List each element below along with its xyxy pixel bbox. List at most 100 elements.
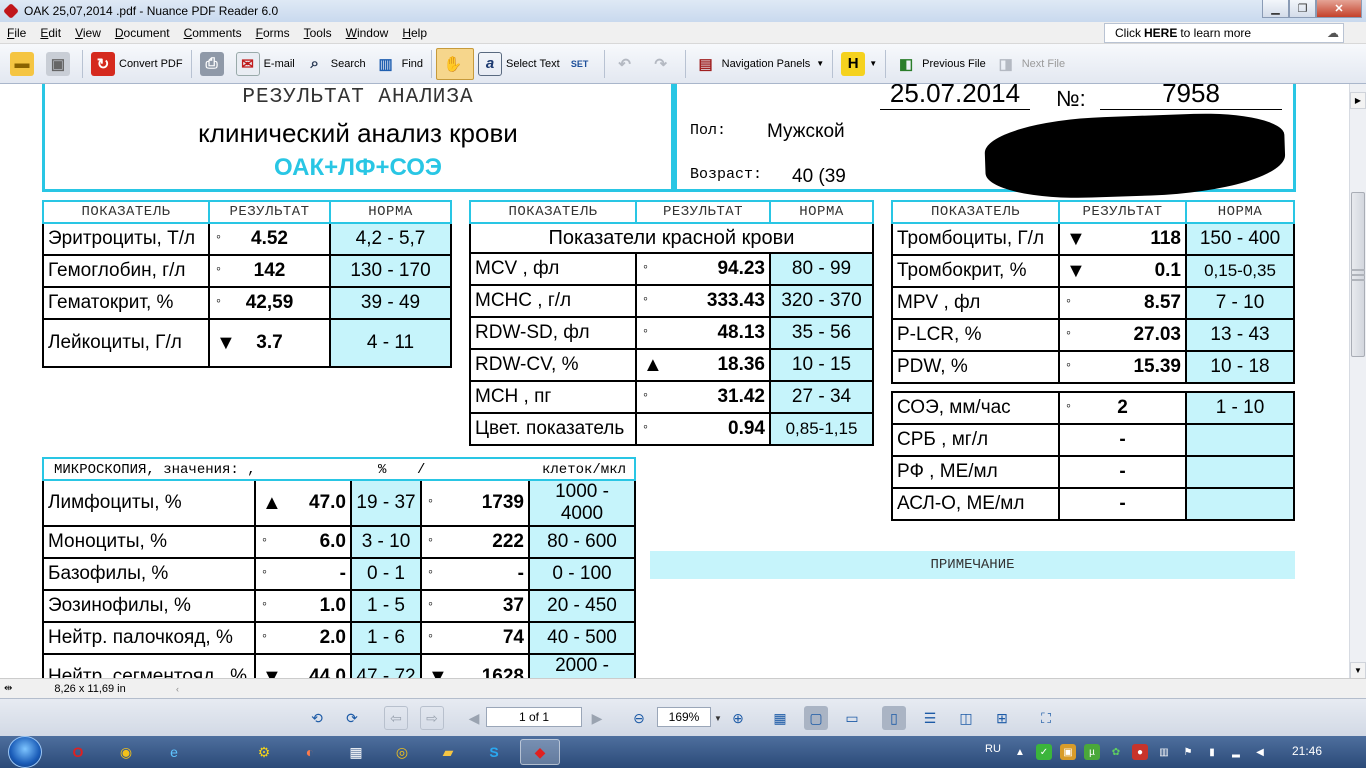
menu-document[interactable]: Document — [108, 26, 177, 40]
ie-icon[interactable]: e — [154, 739, 194, 765]
set-button[interactable]: SET — [564, 48, 600, 80]
continuous-icon[interactable]: ☰ — [918, 706, 942, 730]
report-date: 25.07.2014 — [880, 84, 1030, 110]
find-label: Find — [401, 57, 424, 70]
start-button[interactable] — [8, 736, 42, 768]
split-icon[interactable]: ⇹ — [4, 683, 12, 694]
undo-icon: ↶ — [618, 55, 631, 73]
row-value: 42,59 — [245, 292, 294, 313]
row-value: 8.57 — [1144, 292, 1181, 313]
find-button[interactable]: ▥ Find — [370, 48, 427, 80]
actual-size-icon[interactable]: ▦ — [768, 706, 792, 730]
row-name: Базофилы, % — [42, 557, 256, 591]
navigation-panels-button[interactable]: ▤ Navigation Panels ▼ — [690, 48, 829, 80]
ad-suffix: to learn more — [1180, 26, 1252, 40]
fullscreen-icon[interactable]: ⛶ — [1034, 706, 1058, 730]
tray-check-icon[interactable]: ✓ — [1036, 744, 1052, 760]
row-name: Гемоглобин, г/л — [42, 254, 210, 288]
table-row: RDW-CV, % ▲ 18.36 10 - 15 — [469, 348, 874, 382]
row-result: ◦ 6.0 — [254, 525, 352, 559]
fit-width-icon[interactable]: ▭ — [840, 706, 864, 730]
select-text-button[interactable]: a Select Text — [474, 48, 564, 80]
forward-icon[interactable]: ⇨ — [420, 706, 444, 730]
opera-icon[interactable]: O — [58, 739, 98, 765]
row-norm: 27 - 34 — [769, 380, 874, 414]
app-icon[interactable]: ◐ — [290, 739, 330, 765]
row-norm: 0 - 1 — [350, 557, 422, 591]
redo-button[interactable]: ↷ — [645, 48, 681, 80]
tray-box-icon[interactable]: ▣ — [1060, 744, 1076, 760]
row-value: - — [339, 563, 346, 584]
print-button[interactable]: ⎙ — [196, 48, 232, 80]
menu-file[interactable]: File — [0, 26, 33, 40]
row-value: 0.1 — [1154, 260, 1181, 281]
page-number-input[interactable]: 1 of 1 — [486, 707, 582, 727]
vertical-scrollbar[interactable]: ▶ ▼ — [1349, 84, 1366, 679]
row-name: Лейкоциты, Г/л — [42, 318, 210, 368]
row-norm: 10 - 15 — [769, 348, 874, 382]
menu-edit[interactable]: Edit — [33, 26, 68, 40]
tray-power-icon[interactable]: ▮ — [1204, 744, 1220, 760]
two-page-icon[interactable]: ◫ — [954, 706, 978, 730]
skype-icon[interactable]: S — [474, 739, 514, 765]
tray-network-icon[interactable]: ▂ — [1228, 744, 1244, 760]
open-button[interactable]: ▬ — [6, 48, 42, 80]
zoom-in-icon[interactable]: ⊕ — [726, 706, 750, 730]
table-row: МИКРОСКОПИЯ, значения: , % / клеток/мкл — [42, 457, 636, 481]
pdf-reader-taskbar-button[interactable]: ◆ — [520, 739, 560, 765]
row-result: ▼ 3.7 — [208, 318, 331, 368]
tray-flower-icon[interactable]: ✿ — [1108, 744, 1124, 760]
menu-window[interactable]: Window — [339, 26, 396, 40]
menu-comments[interactable]: Comments — [177, 26, 249, 40]
search-button[interactable]: ⌕ Search — [299, 48, 370, 80]
close-button[interactable]: ✕ — [1316, 0, 1362, 18]
save-icon: ▣ — [46, 51, 70, 76]
fit-page-icon[interactable]: ▢ — [804, 706, 828, 730]
tray-utorrent-icon[interactable]: µ — [1084, 744, 1100, 760]
zoom-input[interactable]: 169% — [657, 707, 711, 727]
minimize-button[interactable]: ▁ — [1262, 0, 1289, 18]
ad-link[interactable]: HERE — [1144, 26, 1177, 40]
hand-tool-button[interactable]: ✋ — [436, 47, 475, 80]
save-button[interactable]: ▣ — [42, 48, 78, 80]
language-indicator[interactable]: RU — [985, 743, 1001, 755]
scroll-up-icon[interactable]: ▶ — [1350, 92, 1366, 109]
chrome-icon[interactable]: ◉ — [106, 739, 146, 765]
row-norm: 7 - 10 — [1185, 286, 1295, 320]
two-page-continuous-icon[interactable]: ⊞ — [990, 706, 1014, 730]
row-name: MCV , фл — [469, 252, 637, 286]
scroll-down-icon[interactable]: ▼ — [1350, 662, 1366, 679]
document-view[interactable]: РЕЗУЛЬТАТ АНАЛИЗА клинический анализ кро… — [0, 84, 1349, 678]
clock[interactable]: 21:46 — [1292, 744, 1322, 758]
zoom-out-icon[interactable]: ⊖ — [627, 706, 651, 730]
ad-banner[interactable]: Click HERE to learn more ☁ — [1104, 23, 1344, 43]
highlight-button[interactable]: H ▼ — [837, 48, 881, 80]
menu-view[interactable]: View — [68, 26, 108, 40]
tray-volume-icon[interactable]: ◀ — [1252, 744, 1268, 760]
folder-icon[interactable]: ▰ — [428, 739, 468, 765]
network-icon[interactable]: ⚙ — [244, 739, 284, 765]
undo-button[interactable]: ↶ — [609, 48, 645, 80]
menu-forms[interactable]: Forms — [249, 26, 297, 40]
next-file-button[interactable]: ◨ Next File — [990, 48, 1069, 80]
tray-arrow-icon[interactable]: ▲ — [1012, 744, 1028, 760]
rotate-right-icon[interactable]: ⟳ — [340, 706, 364, 730]
single-page-icon[interactable]: ▯ — [882, 706, 906, 730]
menu-tools[interactable]: Tools — [297, 26, 339, 40]
app-icon — [3, 3, 19, 19]
restore-button[interactable]: ❐ — [1289, 0, 1316, 18]
previous-page-icon[interactable]: ◀ — [462, 706, 486, 730]
email-button[interactable]: ✉ E-mail — [232, 48, 299, 80]
tray-flag-icon[interactable]: ⚑ — [1180, 744, 1196, 760]
convert-pdf-button[interactable]: ↻ Convert PDF — [87, 48, 187, 80]
tray-antivirus-icon[interactable]: ● — [1132, 744, 1148, 760]
previous-file-button[interactable]: ◧ Previous File — [890, 48, 990, 80]
app-icon[interactable]: ◎ — [382, 739, 422, 765]
menu-help[interactable]: Help — [395, 26, 434, 40]
back-icon[interactable]: ⇦ — [384, 706, 408, 730]
status-chevron-icon: ‹ — [176, 683, 179, 694]
calculator-icon[interactable]: ▦ — [336, 739, 376, 765]
tray-app-icon[interactable]: ▥ — [1156, 744, 1172, 760]
rotate-left-icon[interactable]: ⟲ — [305, 706, 329, 730]
next-page-icon[interactable]: ▶ — [585, 706, 609, 730]
